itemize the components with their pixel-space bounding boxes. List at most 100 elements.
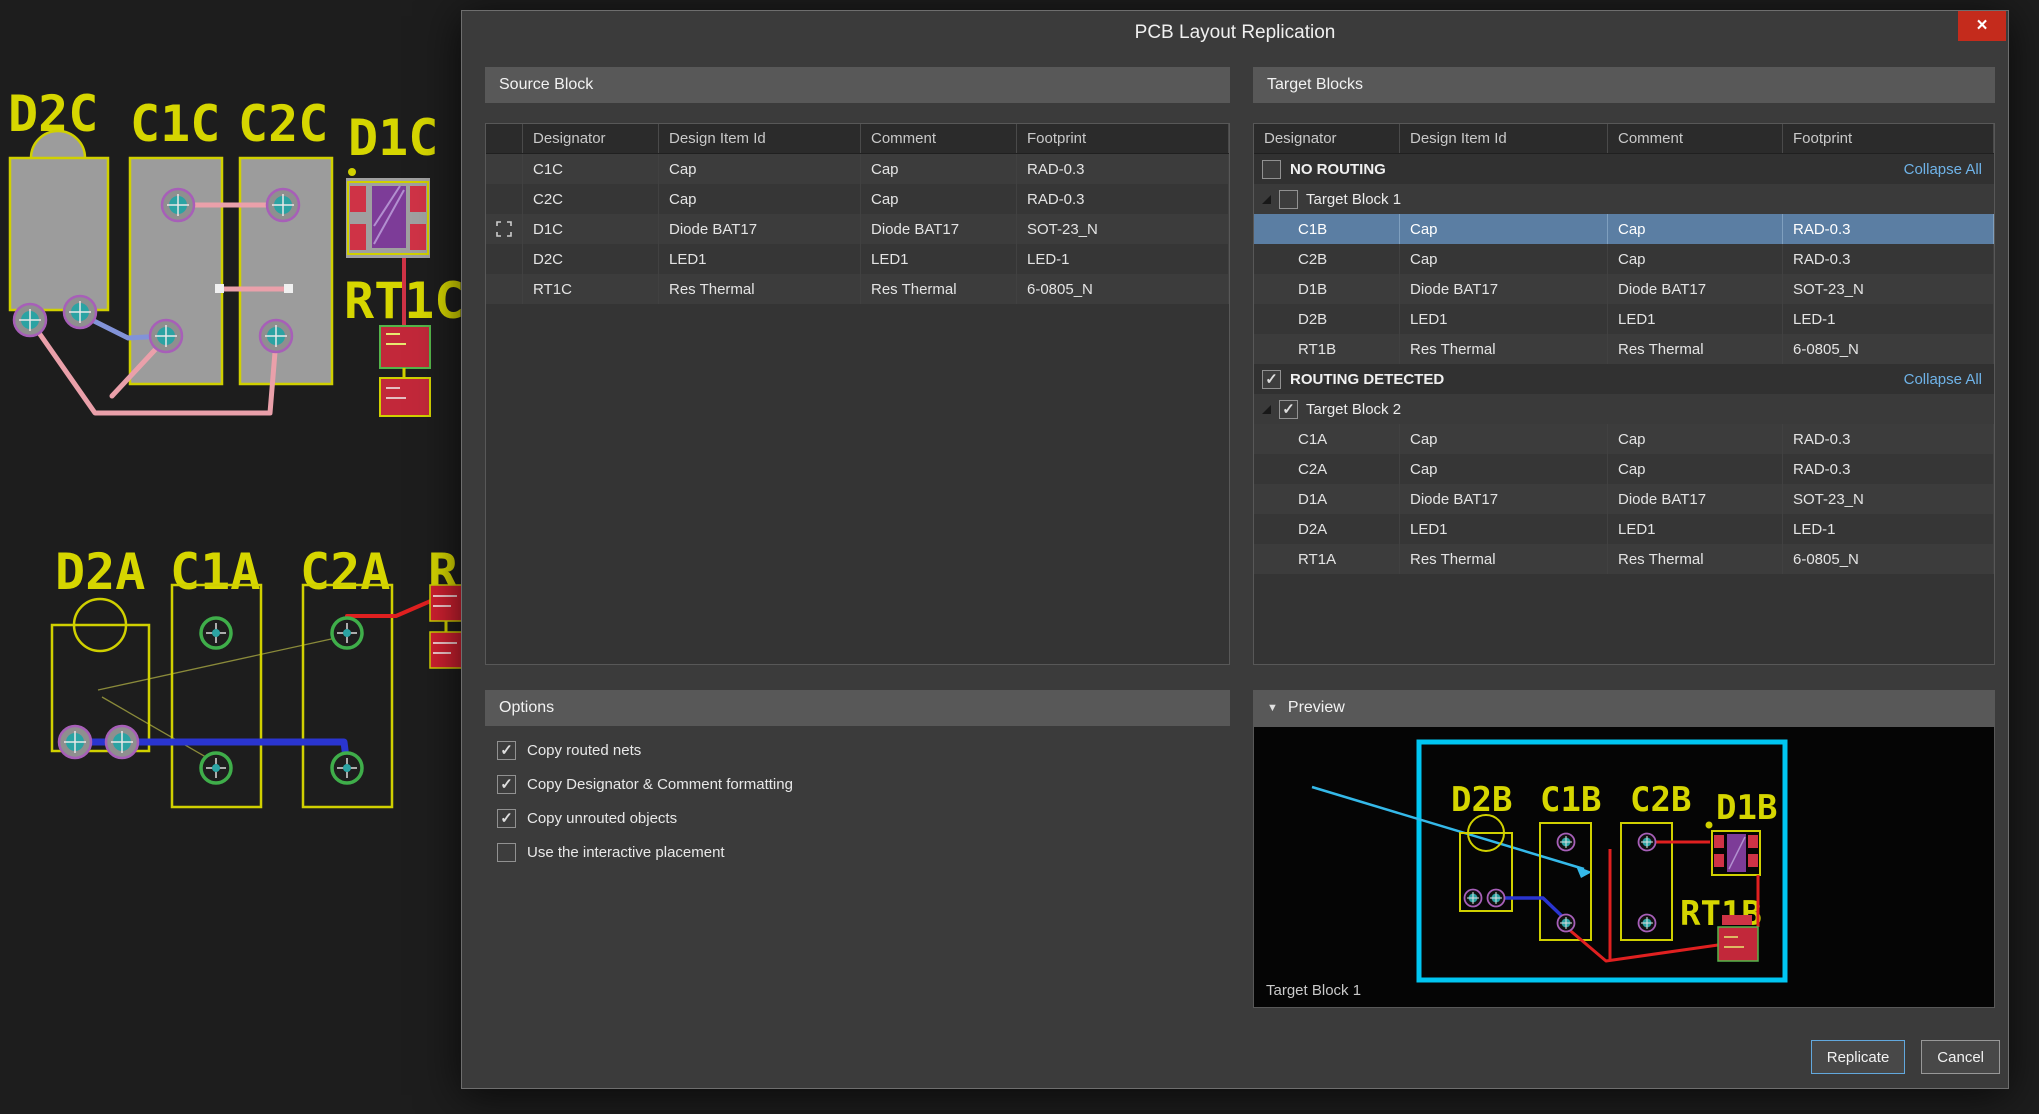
collapse-triangle-icon[interactable]: ▼ (1267, 702, 1278, 714)
cell-comment: Res Thermal (1608, 334, 1783, 364)
target-table[interactable]: Designator Design Item Id Comment Footpr… (1253, 123, 1995, 665)
preview-header[interactable]: ▼ Preview (1253, 690, 1995, 726)
target-column: Target Blocks Designator Design Item Id … (1253, 11, 1995, 1088)
component-rt1c (380, 326, 430, 416)
checkbox[interactable]: ✓ (497, 741, 516, 760)
pcb-top-cluster: D2C C1C C2C D1C RT1C (8, 85, 464, 416)
table-row[interactable]: C1B Cap Cap RAD-0.3 (1254, 214, 1994, 244)
table-row[interactable]: D2A LED1 LED1 LED-1 (1254, 514, 1994, 544)
cancel-button[interactable]: Cancel (1921, 1040, 2000, 1074)
collapse-all-link[interactable]: Collapse All (1904, 371, 1982, 388)
cell-designator: C1C (523, 154, 659, 184)
cell-design-item-id: Diode BAT17 (1400, 484, 1608, 514)
cell-comment: Diode BAT17 (1608, 484, 1783, 514)
cell-designator: C2C (523, 184, 659, 214)
cell-designator: RT1B (1254, 334, 1400, 364)
table-row[interactable]: C2A Cap Cap RAD-0.3 (1254, 454, 1994, 484)
table-row[interactable]: RT1A Res Thermal Res Thermal 6-0805_N (1254, 544, 1994, 574)
close-button[interactable]: × (1958, 11, 2006, 41)
cell-footprint: SOT-23_N (1783, 484, 1994, 514)
expand-triangle-icon[interactable] (1262, 195, 1271, 204)
target-blocks-title: Target Blocks (1267, 76, 1363, 94)
cell-comment: LED1 (1608, 514, 1783, 544)
cell-designator: D2A (1254, 514, 1400, 544)
header-comment: Comment (861, 124, 1017, 153)
cell-comment: Cap (1608, 424, 1783, 454)
group-row-routing-detected[interactable]: ✓ ROUTING DETECTED Collapse All (1254, 364, 1994, 394)
replicate-button[interactable]: Replicate (1811, 1040, 1906, 1074)
row-marker-cell (486, 214, 523, 244)
collapse-all-link[interactable]: Collapse All (1904, 161, 1982, 178)
checkbox[interactable]: ✓ (497, 843, 516, 862)
cell-designator: RT1C (523, 274, 659, 304)
checkbox[interactable]: ✓ (497, 809, 516, 828)
table-row[interactable]: C2B Cap Cap RAD-0.3 (1254, 244, 1994, 274)
option-copy-unrouted-objects[interactable]: ✓ Copy unrouted objects (485, 801, 1230, 835)
pcb-editor-canvas: D2C C1C C2C D1C RT1C (0, 0, 470, 1114)
group-label: ROUTING DETECTED (1290, 371, 1444, 388)
pcb-bottom-cluster: D2A C1A C2A R (52, 543, 462, 807)
table-row[interactable]: D1A Diode BAT17 Diode BAT17 SOT-23_N (1254, 484, 1994, 514)
preview-label-c2b: C2B (1630, 780, 1691, 820)
cell-designator: C1B (1254, 214, 1400, 244)
cell-footprint: RAD-0.3 (1783, 454, 1994, 484)
option-copy-routed-nets[interactable]: ✓ Copy routed nets (485, 733, 1230, 767)
preview-label-c1b: C1B (1540, 780, 1601, 820)
options-list: ✓ Copy routed nets ✓ Copy Designator & C… (485, 733, 1230, 869)
header-comment: Comment (1608, 124, 1783, 153)
screen: D2C C1C C2C D1C RT1C (0, 0, 2039, 1114)
table-row[interactable]: D1B Diode BAT17 Diode BAT17 SOT-23_N (1254, 274, 1994, 304)
table-row[interactable]: D1C Diode BAT17 Diode BAT17 SOT-23_N (486, 214, 1229, 244)
block-label: Target Block 1 (1306, 191, 1401, 208)
block-checkbox[interactable]: ✓ (1279, 190, 1298, 209)
target-blocks-header: Target Blocks (1253, 67, 1995, 103)
cell-designator: D2C (523, 244, 659, 274)
checkbox[interactable]: ✓ (497, 775, 516, 794)
table-row[interactable]: D2C LED1 LED1 LED-1 (486, 244, 1229, 274)
option-interactive-placement[interactable]: ✓ Use the interactive placement (485, 835, 1230, 869)
source-table[interactable]: Designator Design Item Id Comment Footpr… (485, 123, 1230, 665)
cell-comment: Diode BAT17 (1608, 274, 1783, 304)
cell-designator: RT1A (1254, 544, 1400, 574)
expand-triangle-icon[interactable] (1262, 405, 1271, 414)
cell-design-item-id: LED1 (1400, 514, 1608, 544)
table-row[interactable]: C1C Cap Cap RAD-0.3 (486, 154, 1229, 184)
cell-design-item-id: Cap (659, 184, 861, 214)
group-checkbox[interactable]: ✓ (1262, 370, 1281, 389)
block-row-target-block-1[interactable]: ✓ Target Block 1 (1254, 184, 1994, 214)
cell-footprint: 6-0805_N (1783, 544, 1994, 574)
group-checkbox[interactable]: ✓ (1262, 160, 1281, 179)
table-row[interactable]: D2B LED1 LED1 LED-1 (1254, 304, 1994, 334)
cell-design-item-id: Res Thermal (659, 274, 861, 304)
preview-caption: Target Block 1 (1266, 982, 1361, 999)
block-checkbox[interactable]: ✓ (1279, 400, 1298, 419)
pcb-label-c1c: C1C (130, 95, 220, 153)
table-row[interactable]: C1A Cap Cap RAD-0.3 (1254, 424, 1994, 454)
table-row[interactable]: RT1C Res Thermal Res Thermal 6-0805_N (486, 274, 1229, 304)
cell-comment: Cap (1608, 244, 1783, 274)
cell-design-item-id: Res Thermal (1400, 334, 1608, 364)
cell-comment: LED1 (861, 244, 1017, 274)
cell-footprint: RAD-0.3 (1783, 214, 1994, 244)
pcb-label-c2c: C2C (238, 95, 328, 153)
cell-footprint: LED-1 (1783, 514, 1994, 544)
table-row[interactable]: RT1B Res Thermal Res Thermal 6-0805_N (1254, 334, 1994, 364)
preview-label-d1b: D1B (1716, 788, 1777, 828)
option-copy-formatting[interactable]: ✓ Copy Designator & Comment formatting (485, 767, 1230, 801)
pcb-label-c1a: C1A (170, 543, 260, 601)
cell-footprint: RAD-0.3 (1783, 424, 1994, 454)
cell-designator: C2B (1254, 244, 1400, 274)
preview-canvas: D2B C1B C2B D1B RT1B (1254, 727, 1994, 1007)
block-row-target-block-2[interactable]: ✓ Target Block 2 (1254, 394, 1994, 424)
block-label: Target Block 2 (1306, 401, 1401, 418)
selection-target-icon (496, 221, 512, 237)
cell-comment: Cap (1608, 214, 1783, 244)
table-row[interactable]: C2C Cap Cap RAD-0.3 (486, 184, 1229, 214)
component-d1c (346, 168, 430, 258)
group-row-no-routing[interactable]: ✓ NO ROUTING Collapse All (1254, 154, 1994, 184)
source-table-header: Designator Design Item Id Comment Footpr… (486, 124, 1229, 154)
cell-comment: Res Thermal (1608, 544, 1783, 574)
check-icon: ✓ (1265, 372, 1278, 387)
option-label: Copy routed nets (527, 742, 641, 759)
header-designator: Designator (523, 124, 659, 153)
